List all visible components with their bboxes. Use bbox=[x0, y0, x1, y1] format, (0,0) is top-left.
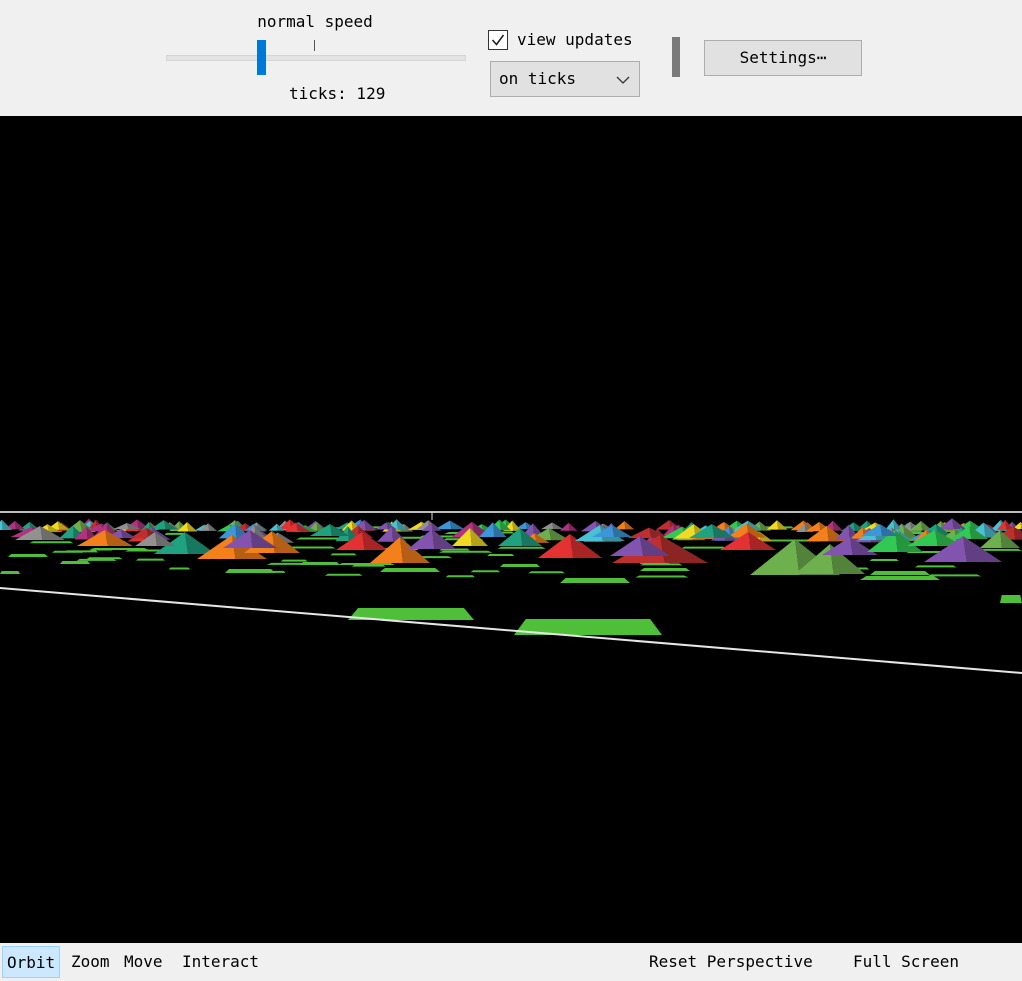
toolbar-separator bbox=[672, 37, 680, 77]
green-patch bbox=[914, 565, 957, 568]
update-mode-select[interactable]: on ticks bbox=[490, 61, 640, 97]
update-mode-value: on ticks bbox=[499, 69, 577, 88]
turtle-pyramid bbox=[885, 519, 902, 530]
speed-label: normal speed bbox=[257, 12, 373, 31]
green-patch bbox=[926, 574, 982, 577]
green-patch bbox=[300, 562, 340, 565]
green-patch bbox=[445, 575, 475, 578]
green-patch bbox=[869, 559, 899, 562]
green-patch bbox=[60, 561, 90, 564]
green-patch bbox=[560, 578, 630, 583]
chevron-down-icon bbox=[616, 76, 630, 84]
toolbar: normal speed ticks: 129 view updates on … bbox=[0, 0, 1022, 116]
zoom-mode-button[interactable]: Zoom bbox=[71, 952, 110, 971]
settings-button[interactable]: Settings⋯ bbox=[704, 40, 862, 76]
green-patch bbox=[500, 564, 540, 567]
view-controls-bar: Orbit Zoom Move Interact Reset Perspecti… bbox=[0, 943, 1022, 981]
view-updates-checkbox[interactable] bbox=[488, 30, 508, 50]
checkmark-icon bbox=[491, 34, 505, 46]
turtle-pyramid bbox=[435, 520, 465, 530]
reset-perspective-button[interactable]: Reset Perspective bbox=[649, 952, 813, 971]
speed-slider-track[interactable] bbox=[166, 55, 466, 61]
move-mode-button[interactable]: Move bbox=[124, 952, 163, 971]
world-near-edge bbox=[0, 587, 1022, 674]
view-updates-label[interactable]: view updates bbox=[517, 30, 633, 49]
green-patch bbox=[225, 569, 275, 573]
green-patch bbox=[337, 562, 395, 565]
speed-slider-thumb[interactable] bbox=[257, 40, 266, 75]
turtle-pyramid bbox=[614, 520, 635, 530]
green-patch bbox=[86, 557, 123, 560]
turtle-pyramid bbox=[541, 522, 564, 530]
green-patch bbox=[640, 568, 690, 571]
green-patch bbox=[680, 546, 727, 549]
speed-slider-center-tick bbox=[314, 40, 315, 51]
full-screen-button[interactable]: Full Screen bbox=[853, 952, 959, 971]
orbit-mode-button[interactable]: Orbit bbox=[2, 946, 61, 978]
ticks-counter: ticks: 129 bbox=[289, 84, 386, 103]
green-patch bbox=[8, 554, 48, 557]
green-patch bbox=[528, 571, 566, 574]
green-patch bbox=[64, 550, 99, 553]
green-patch bbox=[470, 570, 501, 573]
turtle-pyramid bbox=[559, 522, 578, 531]
green-patch bbox=[280, 559, 308, 562]
3d-world-view[interactable] bbox=[0, 116, 1022, 943]
green-patch bbox=[438, 550, 493, 553]
green-patch bbox=[324, 573, 363, 576]
green-patch bbox=[870, 571, 930, 575]
green-patch bbox=[487, 554, 515, 557]
green-patch bbox=[168, 567, 191, 570]
green-patch bbox=[380, 568, 440, 572]
green-patch bbox=[136, 558, 165, 561]
green-patch bbox=[635, 575, 689, 578]
green-patch bbox=[497, 546, 546, 549]
green-patch bbox=[860, 576, 940, 580]
green-patch bbox=[1000, 595, 1022, 603]
green-patch bbox=[29, 541, 74, 544]
turtle-pyramid bbox=[766, 520, 788, 530]
green-patch bbox=[0, 571, 20, 574]
green-patch bbox=[330, 553, 357, 556]
interact-mode-button[interactable]: Interact bbox=[182, 952, 259, 971]
world-canvas[interactable] bbox=[0, 116, 1022, 943]
